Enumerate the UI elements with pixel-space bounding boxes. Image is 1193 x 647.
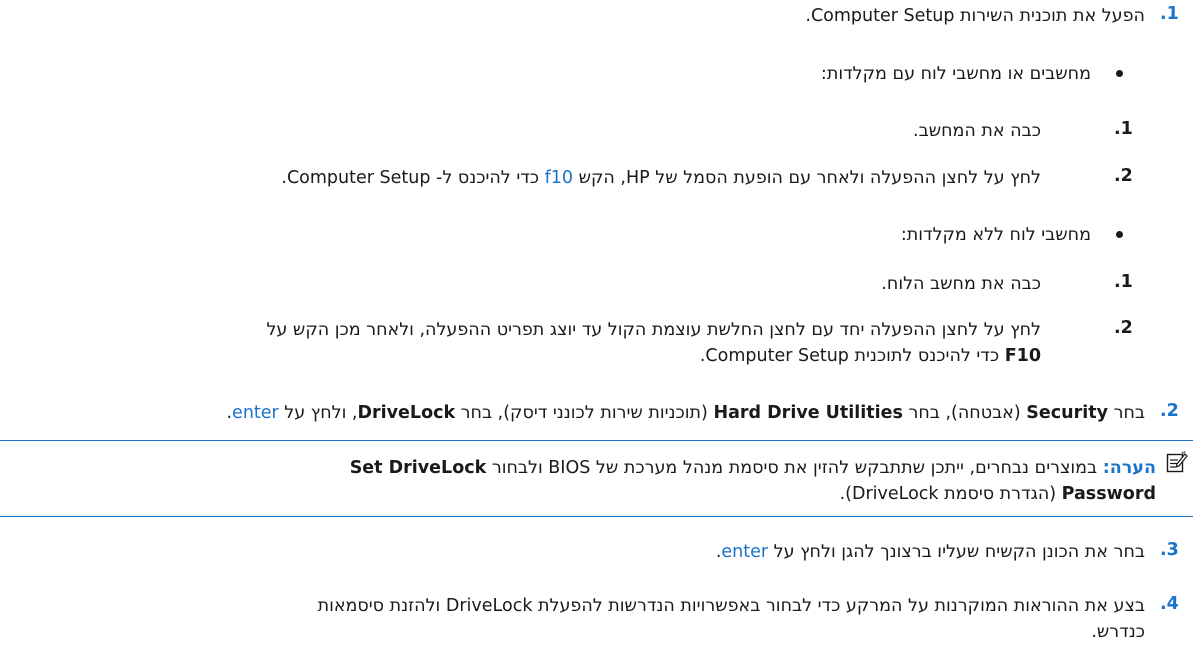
sub-step-2-line2: F10 כדי להיכנס לתוכנית Computer Setup. <box>699 346 1041 366</box>
step-2-text: בחר Security (אבטחה), בחר Hard Drive Uti… <box>226 403 1145 423</box>
note-top-rule <box>0 440 1193 441</box>
sub-step-2-number: 2. <box>1114 318 1133 338</box>
step-4-line2: כנדרש. <box>1091 622 1145 642</box>
key-enter: enter <box>232 403 279 423</box>
note-line1: הערה: במוצרים נבחרים, ייתכן שתתבקש להזין… <box>349 458 1156 478</box>
key-enter: enter <box>721 542 769 562</box>
sub-step-2-line1: לחץ על לחצן ההפעלה יחד עם לחצן החלשת עוצ… <box>266 320 1041 340</box>
note-bottom-rule <box>0 516 1193 517</box>
step-2-number: 2. <box>1160 401 1179 421</box>
sub-step-2-text: לחץ על לחצן ההפעלה ולאחר עם הופעת הסמל ש… <box>281 168 1041 188</box>
bullet-dot <box>1116 70 1123 77</box>
bullet-1-text: מחשבים או מחשבי לוח עם מקלדות: <box>820 64 1091 84</box>
step-3-number: 3. <box>1160 540 1179 560</box>
step-1-text: הפעל את תוכנית השירות Computer Setup. <box>805 6 1145 26</box>
note-pencil-icon <box>1166 451 1188 478</box>
step-4-line1: בצע את ההוראות המוקרנות על המרקע כדי לבח… <box>317 596 1145 616</box>
key-f10: f10 <box>544 168 574 188</box>
note-label: הערה: <box>1102 458 1156 478</box>
bullet-2-text: מחשבי לוח ללא מקלדות: <box>900 225 1091 245</box>
step-4-number: 4. <box>1160 594 1179 614</box>
key-f10: F10 <box>1004 346 1041 366</box>
step-3-text: בחר את הכונן הקשיח שעליו ברצונך להגן ולח… <box>715 542 1145 562</box>
document-page: 1. הפעל את תוכנית השירות Computer Setup.… <box>0 0 1193 647</box>
sub-step-1-number: 1. <box>1114 272 1133 292</box>
sub-step-1-text: כבה את המחשב. <box>913 121 1041 141</box>
bullet-dot <box>1116 231 1123 238</box>
note-line2: Password (הגדרת סיסמת DriveLock). <box>839 484 1156 504</box>
sub-step-1-text: כבה את מחשב הלוח. <box>881 274 1041 294</box>
step-1-number: 1. <box>1160 4 1179 24</box>
sub-step-2-number: 2. <box>1114 166 1133 186</box>
sub-step-1-number: 1. <box>1114 119 1133 139</box>
